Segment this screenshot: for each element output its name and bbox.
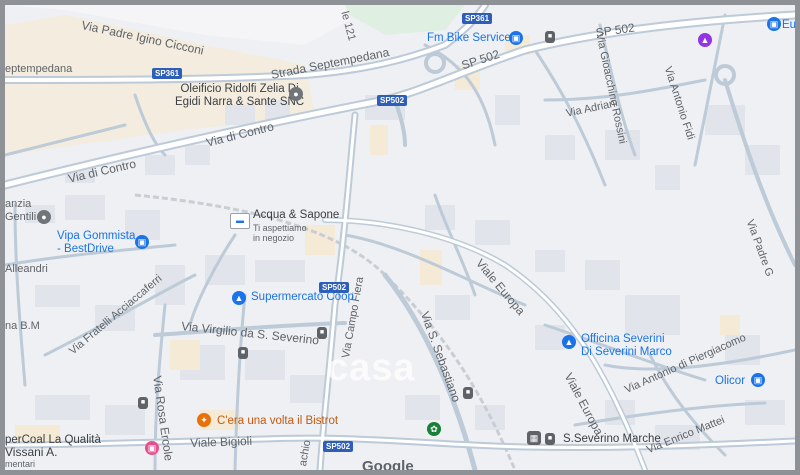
route-badge: SP361 (462, 13, 493, 24)
cart-icon[interactable]: ▲ (232, 291, 246, 305)
poi-officina-severini[interactable]: Officina Severini Di Severini Marco (581, 333, 672, 359)
route-badge: SP502 (323, 441, 354, 452)
bus-stop-icon[interactable]: ■ (545, 31, 555, 43)
bus-stop-icon[interactable]: ■ (238, 347, 248, 359)
map-canvas[interactable]: Via Padre Igino Cicconi Strada Septemped… (5, 5, 795, 470)
poi-olicor[interactable]: Olicor (715, 375, 745, 388)
shopping-bag-icon[interactable]: ▣ (135, 235, 149, 249)
bus-stop-icon[interactable]: ■ (317, 327, 327, 339)
poi-eu[interactable]: Eu (782, 19, 797, 32)
cart-icon[interactable]: ▲ (562, 335, 576, 349)
poi-label: - BestDrive (57, 243, 114, 255)
shopping-bag-icon[interactable]: ▣ (509, 31, 523, 45)
poi-label: Egidi Narra & Sante SNC (175, 96, 305, 108)
street-label: Gentili (5, 211, 37, 223)
train-station-icon[interactable]: ▦ (527, 431, 541, 445)
watermark: casa (327, 347, 416, 389)
place-icon[interactable]: ▲ (698, 33, 712, 47)
street-label: na B.M (5, 320, 40, 332)
route-badge: SP502 (377, 95, 408, 106)
restaurant-icon[interactable]: ✦ (197, 413, 211, 427)
street-label: Viale Bigioli (189, 433, 253, 450)
street-label: Vissani A. (5, 445, 58, 459)
street-label: mentari (5, 459, 36, 469)
shopping-bag-icon[interactable]: ▬ (230, 213, 250, 229)
google-logo: Google (362, 458, 414, 475)
street-label: Alleandri (5, 263, 48, 275)
street-label: eptempedana (5, 63, 73, 75)
poi-label: Oleificio Ridolfi Zelia Di (180, 83, 299, 95)
poi-label: Olicor (715, 375, 746, 387)
shopping-bag-icon[interactable]: ▣ (145, 441, 159, 455)
poi-label: Vipa Gommista (57, 230, 136, 242)
poi-label: Di Severini Marco (581, 346, 672, 358)
poi-sublabel: in negozio (253, 233, 295, 243)
shopping-bag-icon[interactable]: ▣ (767, 17, 781, 31)
poi-sublabel: Ti aspettiamo (253, 223, 307, 233)
poi-label: C'era una volta il Bistrot (217, 415, 339, 427)
poi-station[interactable]: S.Severino Marche (563, 433, 661, 446)
bus-stop-icon[interactable]: ■ (138, 397, 148, 409)
poi-label: S.Severino Marche (563, 433, 661, 445)
bus-stop-icon[interactable]: ■ (545, 433, 555, 445)
poi-label: Fm Bike Service (427, 32, 511, 44)
poi-vipa-gommista[interactable]: Vipa Gommista - BestDrive (57, 230, 135, 256)
bus-stop-icon[interactable]: ■ (463, 387, 473, 399)
route-badge: SP361 (152, 68, 183, 79)
map-pin-icon[interactable]: ● (37, 210, 51, 224)
street-label: anzia (5, 198, 32, 210)
poi-oleificio[interactable]: Oleificio Ridolfi Zelia Di Egidi Narra &… (175, 83, 304, 109)
poi-label: Officina Severini (581, 333, 665, 345)
poi-label: Acqua & Sapone (253, 209, 340, 221)
poi-label: perCoal La Qualità (5, 434, 101, 446)
map-pin-icon[interactable]: ● (289, 87, 303, 101)
poi-supermercato-coop[interactable]: Supermercato Coop (251, 291, 354, 304)
poi-label: Supermercato Coop (251, 291, 354, 303)
map-frame: Via Padre Igino Cicconi Strada Septemped… (0, 0, 800, 475)
shopping-bag-icon[interactable]: ▣ (751, 373, 765, 387)
poi-label: Eu (782, 19, 797, 31)
poi-supercoal[interactable]: perCoal La Qualità (5, 434, 101, 447)
poi-bistrot[interactable]: C'era una volta il Bistrot (217, 415, 338, 428)
poi-acqua-sapone[interactable]: Acqua & Sapone (253, 209, 339, 222)
poi-fm-bike-service[interactable]: Fm Bike Service (427, 32, 511, 45)
park-icon[interactable]: ✿ (427, 422, 441, 436)
